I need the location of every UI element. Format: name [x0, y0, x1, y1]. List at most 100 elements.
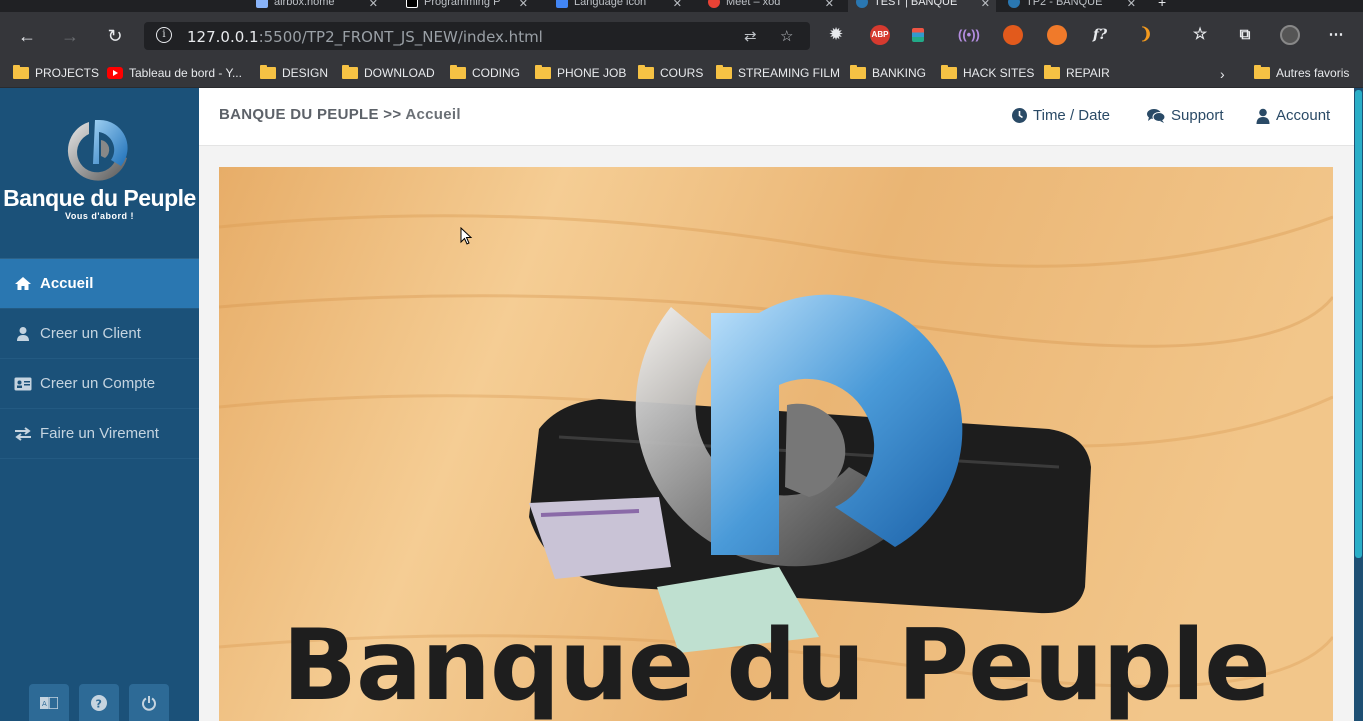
- sidebar-item-creer-client[interactable]: Creer un Client: [0, 309, 199, 359]
- adblock-plus-icon[interactable]: ABP: [870, 25, 890, 45]
- flame-extension-icon[interactable]: [1047, 25, 1067, 45]
- bank-logo-icon: [1008, 0, 1020, 8]
- brand-name: Banque du Peuple: [3, 185, 196, 211]
- chevron-right-icon[interactable]: ›: [1220, 66, 1225, 82]
- browser-tab[interactable]: TP2 - BANQUE ✕: [1000, 0, 1142, 12]
- browser-tab-active[interactable]: TEST | BANQUE ✕: [848, 0, 996, 12]
- help-button[interactable]: ?: [79, 684, 119, 721]
- flag-icon: [556, 0, 568, 8]
- forward-icon[interactable]: →: [60, 26, 80, 46]
- sidebar-item-label: Creer un Compte: [40, 375, 156, 392]
- breadcrumb-site[interactable]: BANQUE DU PEUPLE: [219, 106, 379, 123]
- home-icon: [14, 276, 32, 291]
- bookmarks-bar: PROJECTS Tableau de bord - Y... DESIGN D…: [0, 58, 1363, 88]
- hero-title: Banque du Peuple: [282, 609, 1270, 721]
- orange-extension-icon[interactable]: ❩: [1136, 25, 1156, 45]
- bookmark-streaming-film[interactable]: STREAMING FILM: [716, 65, 840, 80]
- power-icon: [142, 695, 156, 711]
- logout-button[interactable]: [129, 684, 169, 721]
- youtube-icon: [107, 67, 123, 79]
- user-icon: [14, 326, 32, 342]
- account-link[interactable]: Account: [1256, 107, 1330, 124]
- mouse-cursor-icon: [460, 227, 473, 245]
- browser-tab[interactable]: Language icon ✕: [548, 0, 688, 12]
- radio-extension-icon[interactable]: ((•)): [958, 25, 980, 45]
- close-tab-icon[interactable]: ✕: [519, 0, 528, 10]
- language-button[interactable]: A: [29, 684, 69, 721]
- folder-icon: [1044, 65, 1060, 79]
- svg-text:?: ?: [96, 697, 102, 710]
- sidebar: Banque du Peuple Vous d'abord ! Accueil …: [0, 88, 199, 721]
- close-tab-icon[interactable]: ✕: [1127, 0, 1136, 10]
- bookmark-download[interactable]: DOWNLOAD: [342, 65, 435, 80]
- browser-toolbar: ← → ↻ i 127.0.0.1:5500/TP2_FRONT_JS_NEW/…: [0, 12, 1363, 58]
- bookmark-hack-sites[interactable]: HACK SITES: [941, 65, 1034, 80]
- new-tab-button[interactable]: +: [1150, 0, 1174, 12]
- sidebar-item-faire-virement[interactable]: Faire un Virement: [0, 409, 199, 459]
- settings-extension-icon[interactable]: ✹: [826, 25, 846, 45]
- top-bar: BANQUE DU PEUPLE >> Accueil Time / Date …: [199, 88, 1354, 146]
- bookmark-cours[interactable]: COURS: [638, 65, 703, 80]
- bank-logo-icon: [856, 0, 868, 8]
- browser-tab[interactable]: Programming P ✕: [398, 0, 534, 12]
- folder-icon: [260, 65, 276, 79]
- clock-icon: [1012, 108, 1027, 123]
- back-icon[interactable]: ←: [17, 26, 37, 46]
- sidebar-item-label: Faire un Virement: [40, 425, 159, 442]
- exchange-icon: [14, 426, 32, 441]
- site-info-icon[interactable]: i: [156, 27, 172, 43]
- breadcrumb: BANQUE DU PEUPLE >> Accueil: [219, 106, 461, 123]
- bookmark-youtube[interactable]: Tableau de bord - Y...: [107, 66, 242, 80]
- brand-tagline: Vous d'abord !: [65, 211, 134, 221]
- support-link[interactable]: Support: [1147, 107, 1224, 124]
- translate-icon[interactable]: ⇄: [744, 27, 757, 45]
- formula-extension-icon[interactable]: f?: [1090, 25, 1110, 45]
- more-menu-icon[interactable]: ⋯: [1326, 25, 1346, 45]
- comments-icon: [1147, 109, 1165, 123]
- folder-icon: [13, 65, 29, 79]
- language-icon: A: [40, 696, 58, 709]
- bookmark-coding[interactable]: CODING: [450, 65, 520, 80]
- page-content: Banque du Peuple Vous d'abord ! Accueil …: [0, 88, 1363, 721]
- sidebar-item-creer-compte[interactable]: Creer un Compte: [0, 359, 199, 409]
- bank-logo-icon: [67, 119, 128, 181]
- folder-icon: [941, 65, 957, 79]
- hero-banner: Banque du Peuple: [219, 167, 1333, 721]
- stack-extension-icon[interactable]: [912, 28, 924, 42]
- folder-icon: [535, 65, 551, 79]
- record-icon: [708, 0, 720, 8]
- browser-tab[interactable]: Meet – xod ✕: [700, 0, 840, 12]
- close-tab-icon[interactable]: ✕: [825, 0, 834, 10]
- folder-icon: [850, 65, 866, 79]
- brand: Banque du Peuple Vous d'abord !: [0, 88, 199, 259]
- avatar[interactable]: [1280, 25, 1300, 45]
- bookmark-other-favorites[interactable]: Autres favoris: [1254, 65, 1349, 80]
- close-tab-icon[interactable]: ✕: [369, 0, 378, 10]
- bookmark-projects[interactable]: PROJECTS: [13, 65, 99, 80]
- svg-text:A: A: [42, 700, 47, 708]
- help-icon: ?: [91, 694, 107, 711]
- sidebar-item-label: Creer un Client: [40, 325, 141, 342]
- bookmark-star-icon[interactable]: ☆: [780, 27, 793, 45]
- close-tab-icon[interactable]: ✕: [981, 0, 990, 10]
- sidebar-item-accueil[interactable]: Accueil: [0, 259, 199, 309]
- bookmark-banking[interactable]: BANKING: [850, 65, 926, 80]
- favorites-icon[interactable]: ☆: [1190, 25, 1210, 45]
- page-icon: [256, 0, 268, 8]
- browser-tab[interactable]: airbox.home ✕: [248, 0, 384, 12]
- close-tab-icon[interactable]: ✕: [673, 0, 682, 10]
- time-date-link[interactable]: Time / Date: [1012, 107, 1110, 124]
- address-bar[interactable]: i 127.0.0.1:5500/TP2_FRONT_JS_NEW/index.…: [144, 22, 810, 50]
- browser-tab-strip: airbox.home ✕ Programming P ✕ Language ico…: [0, 0, 1363, 12]
- scrollbar-thumb[interactable]: [1355, 90, 1362, 558]
- reload-icon[interactable]: ↻: [105, 26, 125, 46]
- collections-icon[interactable]: ⧉: [1235, 25, 1255, 45]
- bookmark-design[interactable]: DESIGN: [260, 65, 328, 80]
- folder-icon: [1254, 65, 1270, 79]
- bookmark-repair[interactable]: REPAIR: [1044, 65, 1110, 80]
- fire-extension-icon[interactable]: [1003, 25, 1023, 45]
- url-text[interactable]: 127.0.0.1:5500/TP2_FRONT_JS_NEW/index.ht…: [187, 28, 543, 46]
- sidebar-item-label: Accueil: [40, 275, 94, 292]
- dev-icon: [406, 0, 418, 8]
- bookmark-phone-job[interactable]: PHONE JOB: [535, 65, 626, 80]
